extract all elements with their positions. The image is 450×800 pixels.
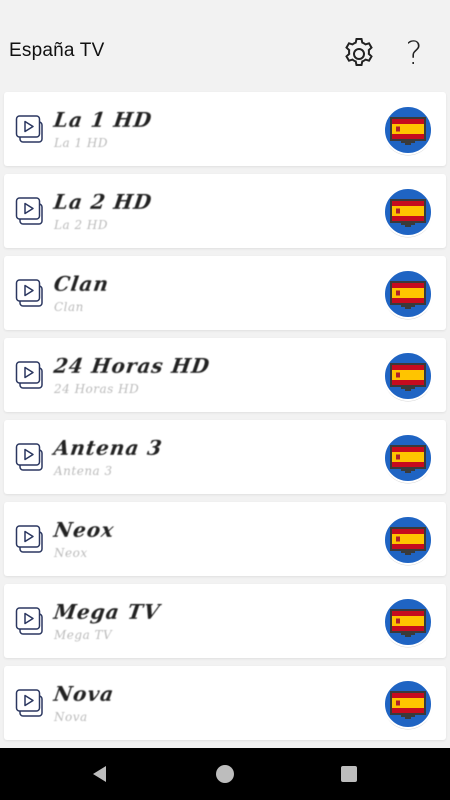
channel-subtitle: 24 Horas HD	[54, 382, 140, 396]
channel-row[interactable]: Antena 3 Antena 3	[4, 420, 446, 494]
channel-name: Antena 3	[52, 436, 165, 460]
help-icon[interactable]: ?	[398, 32, 430, 74]
channel-subtitle: La 2 HD	[54, 218, 108, 232]
spain-flag-tv-icon	[383, 269, 433, 320]
spain-flag-tv-icon	[383, 597, 433, 648]
play-icon	[15, 279, 43, 307]
channel-subtitle: Clan	[54, 300, 84, 314]
spain-flag-tv-icon	[383, 433, 433, 484]
recent-apps-icon[interactable]	[341, 766, 357, 782]
channel-row[interactable]: Nova Nova	[4, 666, 446, 740]
play-icon	[15, 525, 43, 553]
channel-subtitle: La 1 HD	[54, 136, 108, 150]
channel-subtitle: Antena 3	[54, 464, 113, 478]
channel-subtitle: Nova	[54, 710, 88, 724]
channel-row[interactable]: 24 Horas HD 24 Horas HD	[4, 338, 446, 412]
back-icon[interactable]	[90, 764, 110, 784]
spain-flag-tv-icon	[383, 351, 433, 402]
channel-name: 24 Horas HD	[52, 354, 212, 378]
spain-flag-tv-icon	[383, 679, 433, 730]
channel-subtitle: Neox	[54, 546, 88, 560]
channel-row[interactable]: La 2 HD La 2 HD	[4, 174, 446, 248]
channel-name: Neox	[52, 518, 116, 542]
channel-row[interactable]: La 1 HD La 1 HD	[4, 92, 446, 166]
app-title: España TV	[9, 40, 105, 61]
play-icon	[15, 607, 43, 635]
play-icon	[15, 443, 43, 471]
channel-row[interactable]: Mega TV Mega TV	[4, 584, 446, 658]
spain-flag-tv-icon	[383, 105, 433, 156]
spain-flag-tv-icon	[383, 187, 433, 238]
app-bar: España TV ?	[0, 0, 450, 88]
play-icon	[15, 689, 43, 717]
gear-icon[interactable]	[341, 36, 377, 72]
play-icon	[15, 197, 43, 225]
home-icon[interactable]	[216, 765, 234, 783]
channel-row[interactable]: Clan Clan	[4, 256, 446, 330]
play-icon	[15, 361, 43, 389]
play-icon	[15, 115, 43, 143]
channel-subtitle: Mega TV	[54, 628, 113, 642]
spain-flag-tv-icon	[383, 515, 433, 566]
channel-list: La 1 HD La 1 HD La 2 HD La 2 HD Clan Cla…	[4, 92, 446, 748]
channel-name: Mega TV	[52, 600, 162, 624]
channel-name: Nova	[52, 682, 116, 706]
channel-name: La 2 HD	[52, 190, 154, 214]
channel-row[interactable]: Neox Neox	[4, 502, 446, 576]
channel-name: La 1 HD	[52, 108, 154, 132]
channel-name: Clan	[52, 272, 111, 296]
